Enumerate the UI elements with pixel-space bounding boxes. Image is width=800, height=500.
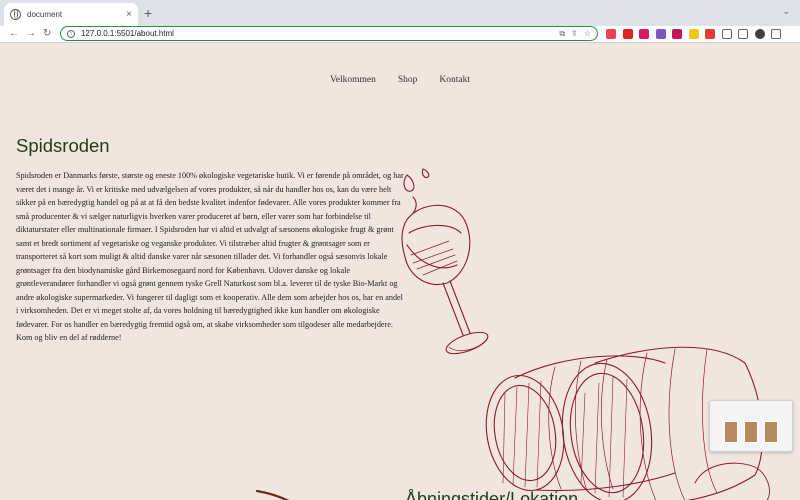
tp-icon[interactable] [639,29,649,39]
browser-tab[interactable]: document × [4,3,138,26]
share-icon[interactable]: ⇪ [571,29,578,38]
close-tab-icon[interactable]: × [126,9,132,20]
sidebar-icon[interactable] [738,29,748,39]
about-paragraph: Spidsroden er Danmarks første, største o… [16,171,404,342]
thumbnail-image [764,421,778,443]
site-navigation: Velkommen Shop Kontakt [0,75,800,85]
tab-search-icon[interactable]: ⌄ [782,6,790,17]
color-ext-icon[interactable] [672,29,682,39]
menu-icon[interactable] [771,29,781,39]
address-bar[interactable]: i 127.0.0.1:5501/about.html ⧉ ⇪ ☆ [60,26,598,41]
preview-thumbnail[interactable] [709,400,793,452]
back-button[interactable]: ← [9,26,19,42]
tab-title: document [27,10,63,19]
translate-icon[interactable]: ⧉ [559,29,565,39]
new-tab-button[interactable]: + [144,4,152,22]
reload-button[interactable]: ↻ [43,26,51,42]
puzzle-icon[interactable] [721,29,732,39]
profile-avatar[interactable] [754,29,765,39]
wine-splash-stroke [412,196,417,214]
wine-drop-icon [403,174,415,192]
wine-drop-icon [421,168,430,179]
url-text[interactable]: 127.0.0.1:5501/about.html [81,29,553,38]
nav-link-velkommen[interactable]: Velkommen [330,75,376,85]
branch-stroke [255,489,290,500]
pocket-icon[interactable] [606,29,616,39]
forward-button[interactable]: → [26,26,36,42]
tab-bar: document × + ⌄ [0,0,800,26]
globe-icon [10,9,21,20]
grid-ext-icon[interactable] [705,29,715,39]
nav-link-kontakt[interactable]: Kontakt [439,75,470,85]
opening-hours-heading: Åbningstider/Lokation [405,489,579,500]
counter-icon[interactable] [622,29,633,39]
page-title: Spidsroden [16,135,110,156]
imdb-icon[interactable] [688,29,699,39]
browser-toolbar: ← → ↻ i 127.0.0.1:5501/about.html ⧉ ⇪ ☆ [0,26,800,42]
nav-link-shop[interactable]: Shop [398,75,418,85]
wine-glass-icon [401,204,489,355]
thumbnail-image [744,421,758,443]
bookmark-star-icon[interactable]: ☆ [584,29,591,38]
site-info-icon[interactable]: i [67,29,75,38]
thumbnail-image [724,421,738,443]
circle-ext-icon[interactable] [655,29,666,39]
web-page: Velkommen Shop Kontakt Spidsroden Spidsr… [0,43,800,500]
